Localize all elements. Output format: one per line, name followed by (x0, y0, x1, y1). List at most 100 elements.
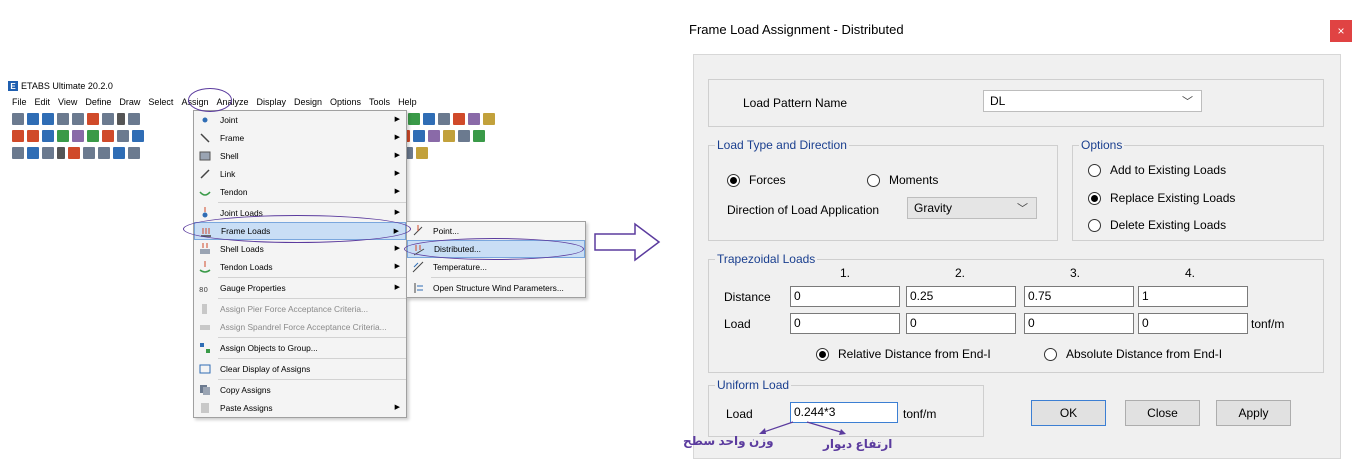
arrow-to-unit-weight (760, 421, 794, 434)
frame-loads-temperature[interactable]: Temperature... (407, 258, 585, 276)
assign-shell-loads[interactable]: Shell Loads ▶ (194, 240, 406, 258)
toolbar-icon-s8[interactable] (473, 129, 485, 142)
select-pointer-icon[interactable] (12, 146, 24, 159)
menu-separator (218, 202, 406, 203)
menu-display[interactable]: Display (252, 97, 290, 107)
clear-display-of-assigns[interactable]: Clear Display of Assigns (194, 360, 406, 378)
menu-help[interactable]: Help (394, 97, 421, 107)
open-icon[interactable] (27, 112, 39, 125)
link-icon (199, 168, 211, 180)
assign-tendon-loads[interactable]: Tendon Loads ▶ (194, 258, 406, 276)
assign-gauge-properties[interactable]: 80 Gauge Properties ▶ (194, 279, 406, 297)
assign-frame-loads-label: Frame Loads (221, 226, 271, 236)
submenu-arrow-icon: ▶ (393, 228, 399, 235)
toolbar-icon-r6[interactable] (453, 112, 465, 125)
submenu-arrow-icon: ▶ (394, 245, 400, 252)
menu-options[interactable]: Options (326, 97, 365, 107)
menu-tools[interactable]: Tools (365, 97, 394, 107)
save-icon[interactable] (42, 112, 54, 125)
toolbar-icon-r8[interactable] (483, 112, 495, 125)
assign-joint-loads-label: Joint Loads (220, 208, 263, 218)
submenu-arrow-icon: ▶ (394, 188, 400, 195)
joint-loads-icon (199, 207, 211, 219)
clear-selection-icon[interactable] (57, 146, 65, 159)
assign-shell[interactable]: Shell ▶ (194, 147, 406, 165)
clear-display-label: Clear Display of Assigns (220, 364, 311, 374)
menu-design[interactable]: Design (290, 97, 326, 107)
redo-icon[interactable] (72, 112, 84, 125)
draw-brace-icon[interactable] (72, 129, 84, 142)
assign-objects-to-group[interactable]: Assign Objects to Group... (194, 339, 406, 357)
toolbar-icon-t5[interactable] (416, 146, 428, 159)
zoom-icon[interactable] (128, 112, 140, 125)
submenu-arrow-icon: ▶ (394, 170, 400, 177)
draw-joint-icon[interactable] (12, 129, 24, 142)
arrow-to-wall-height (806, 421, 845, 434)
select-all-icon[interactable] (27, 146, 39, 159)
pier-icon (199, 303, 211, 315)
menu-file[interactable]: File (8, 97, 31, 107)
assign-frame-loads[interactable]: Frame Loads ▶ (194, 222, 406, 240)
assign-spandrel-criteria[interactable]: Assign Spandrel Force Acceptance Criteri… (194, 318, 406, 336)
snap-end-icon[interactable] (128, 146, 140, 159)
menu-view[interactable]: View (54, 97, 81, 107)
assign-pier-criteria[interactable]: Assign Pier Force Acceptance Criteria... (194, 300, 406, 318)
assign-frame[interactable]: Frame ▶ (194, 129, 406, 147)
frame-loads-distributed[interactable]: Distributed... (407, 240, 585, 258)
frame-loads-wind-parameters[interactable]: Open Structure Wind Parameters... (407, 279, 585, 297)
grid-icon[interactable] (83, 146, 95, 159)
menu-analyze[interactable]: Analyze (212, 97, 252, 107)
draw-wall-icon[interactable] (102, 129, 114, 142)
toolbar-icon-s6[interactable] (443, 129, 455, 142)
toolbar-icon-r7[interactable] (468, 112, 480, 125)
menu-assign[interactable]: Assign (177, 97, 212, 107)
run-icon[interactable] (117, 112, 125, 125)
menu-separator (218, 358, 406, 359)
draw-shell-icon[interactable] (87, 129, 99, 142)
new-model-icon[interactable] (12, 112, 24, 125)
draw-column-icon[interactable] (57, 129, 69, 142)
wind-icon (412, 282, 424, 294)
toolbar-icon-r5[interactable] (438, 112, 450, 125)
menu-separator (431, 277, 585, 278)
assign-joint-label: Joint (220, 115, 238, 125)
arrowhead-icon (839, 429, 846, 435)
menu-edit[interactable]: Edit (31, 97, 55, 107)
assign-gauge-label: Gauge Properties (220, 283, 286, 293)
snap-mid-icon[interactable] (113, 146, 125, 159)
select-previous-icon[interactable] (42, 146, 54, 159)
toolbar-icon-r4[interactable] (423, 112, 435, 125)
draw-frame-icon[interactable] (27, 129, 39, 142)
snap-icon[interactable] (98, 146, 110, 159)
pencil-icon[interactable] (87, 112, 99, 125)
assign-joint-loads[interactable]: Joint Loads ▶ (194, 204, 406, 222)
frame-load-assignment-dialog: Frame Load Assignment - Distributed × Lo… (681, 14, 1352, 463)
undo-icon[interactable] (57, 112, 69, 125)
assign-tendon-label: Tendon (220, 187, 248, 197)
svg-text:80: 80 (199, 286, 208, 294)
toolbar-icon-s5[interactable] (428, 129, 440, 142)
frame-loads-point[interactable]: Point... (407, 222, 585, 240)
copy-icon (199, 384, 211, 396)
toolbar-icon-s4[interactable] (413, 129, 425, 142)
intersect-icon[interactable] (68, 146, 80, 159)
assign-spandrel-label: Assign Spandrel Force Acceptance Criteri… (220, 322, 387, 332)
toolbar-icon-r3[interactable] (408, 112, 420, 125)
lock-icon[interactable] (102, 112, 114, 125)
draw-beam-icon[interactable] (42, 129, 54, 142)
draw-dimension-icon[interactable] (132, 129, 144, 142)
assign-link[interactable]: Link ▶ (194, 165, 406, 183)
tendon-icon (199, 186, 211, 198)
toolbar-icon-s7[interactable] (458, 129, 470, 142)
copy-assigns[interactable]: Copy Assigns (194, 381, 406, 399)
menu-define[interactable]: Define (81, 97, 115, 107)
wall-height-annotation: ارتفاع دیوار (823, 437, 893, 451)
menu-select[interactable]: Select (144, 97, 177, 107)
paste-assigns[interactable]: Paste Assigns ▶ (194, 399, 406, 417)
draw-link-icon[interactable] (117, 129, 129, 142)
menu-draw[interactable]: Draw (115, 97, 144, 107)
etabs-menubar: File Edit View Define Draw Select Assign… (8, 93, 592, 110)
group-icon (199, 342, 211, 354)
assign-joint[interactable]: Joint ▶ (194, 111, 406, 129)
assign-tendon[interactable]: Tendon ▶ (194, 183, 406, 201)
